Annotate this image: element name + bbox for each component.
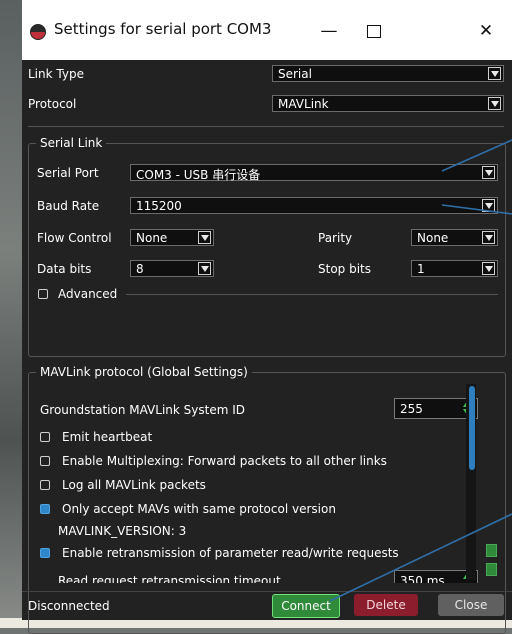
annotation-line-serial-port <box>441 139 512 172</box>
annotation-line-connect <box>329 513 512 602</box>
annotation-line-baud-rate <box>441 204 512 215</box>
annotation-overlay <box>329 139 512 602</box>
